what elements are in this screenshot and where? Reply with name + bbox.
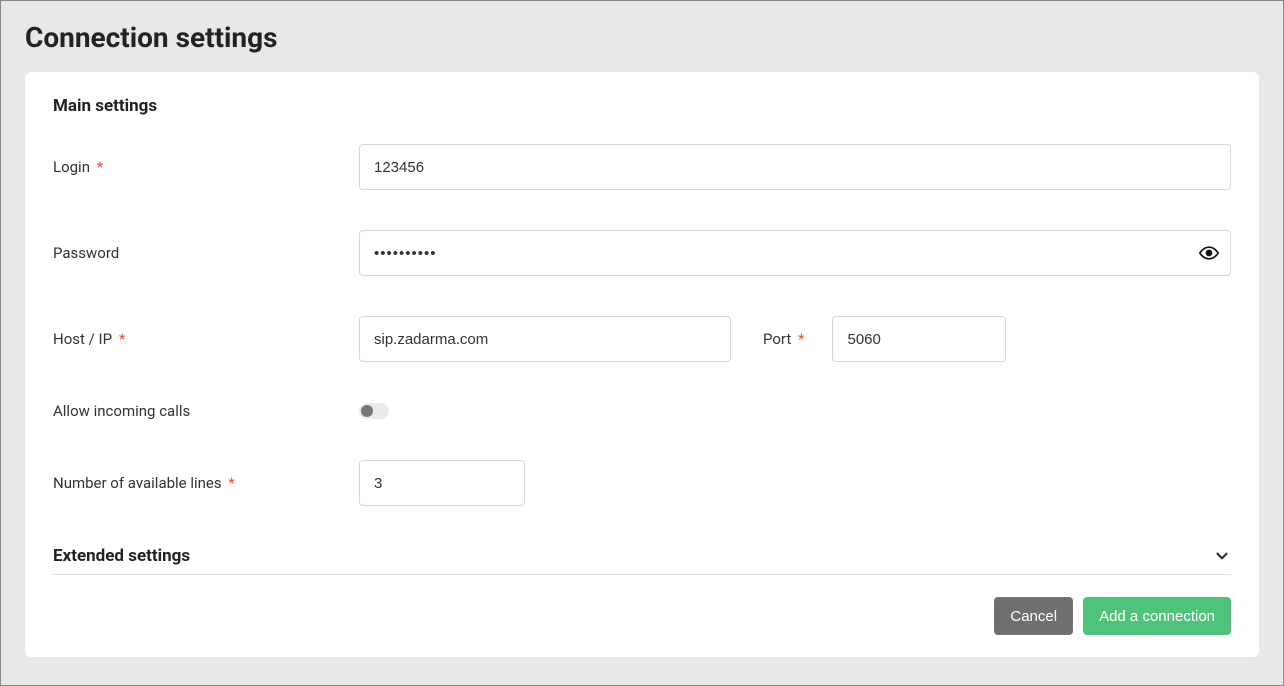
login-row: Login * — [53, 144, 1231, 190]
allow-incoming-label-text: Allow incoming calls — [53, 402, 190, 420]
required-mark: * — [798, 330, 804, 348]
lines-row: Number of available lines * — [53, 460, 1231, 506]
page-title: Connection settings — [25, 1, 1259, 72]
host-label-text: Host / IP — [53, 330, 112, 348]
toggle-knob — [361, 405, 373, 417]
add-connection-button[interactable]: Add a connection — [1083, 597, 1231, 635]
required-mark: * — [97, 158, 103, 176]
host-label: Host / IP * — [53, 330, 359, 348]
login-label-text: Login — [53, 158, 90, 176]
extended-settings-toggle[interactable]: Extended settings — [53, 546, 1231, 575]
host-input[interactable] — [359, 316, 731, 362]
extended-settings-heading: Extended settings — [53, 546, 190, 566]
actions-bar: Cancel Add a connection — [53, 597, 1231, 635]
cancel-button[interactable]: Cancel — [994, 597, 1073, 635]
allow-incoming-toggle[interactable] — [359, 403, 389, 419]
password-row: Password — [53, 230, 1231, 276]
lines-label: Number of available lines * — [53, 474, 359, 492]
password-input[interactable] — [359, 230, 1231, 276]
required-mark: * — [119, 330, 125, 348]
required-mark: * — [228, 474, 234, 492]
login-label: Login * — [53, 158, 359, 176]
allow-incoming-label: Allow incoming calls — [53, 402, 359, 420]
lines-label-text: Number of available lines — [53, 474, 222, 492]
password-label: Password — [53, 244, 359, 262]
allow-incoming-row: Allow incoming calls — [53, 402, 1231, 420]
port-label: Port * — [763, 330, 804, 348]
chevron-down-icon — [1213, 547, 1231, 565]
host-port-row: Host / IP * Port * — [53, 316, 1231, 362]
main-settings-heading: Main settings — [53, 96, 1231, 116]
login-input[interactable] — [359, 144, 1231, 190]
lines-input[interactable] — [359, 460, 525, 506]
port-input[interactable] — [832, 316, 1006, 362]
port-label-text: Port — [763, 330, 791, 348]
settings-panel: Main settings Login * Password — [25, 72, 1259, 657]
password-label-text: Password — [53, 244, 119, 262]
eye-icon[interactable] — [1199, 243, 1219, 263]
